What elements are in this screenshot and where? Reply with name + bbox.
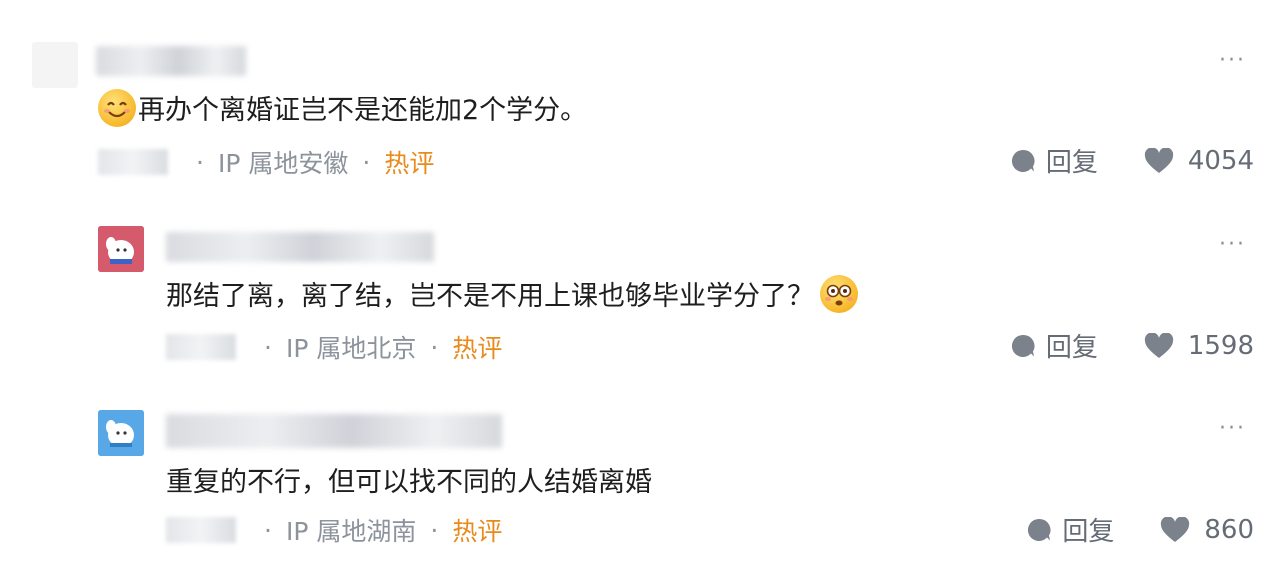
heart-icon [1161,516,1190,542]
separator-dot: · [264,515,272,545]
more-options-icon[interactable]: ··· [1219,416,1246,441]
like-button[interactable]: 860 [1160,515,1254,545]
hot-badge: 热评 [452,517,503,546]
comment-meta: · IP 属地湖南 · 热评 [166,512,502,548]
username-blurred[interactable] [166,414,502,448]
comment-text-content: 重复的不行，但可以找不同的人结婚离婚 [166,467,652,498]
like-count: 860 [1204,514,1254,545]
reply-label: 回复 [1062,517,1115,547]
reply-button[interactable]: 回复 [1026,511,1114,548]
ip-location: IP 属地湖南 [285,517,417,546]
reply-icon [1028,518,1051,541]
date-blurred [166,517,236,543]
dog-avatar-icon [98,410,144,456]
separator-dot: · [430,515,439,545]
comment-actions: 回复 860 [1026,511,1254,548]
comment-item: ··· 重复的不行，但可以找不同的人结婚离婚 · IP 属地湖南 · 热评 回复… [0,0,1280,578]
avatar[interactable] [98,410,144,456]
comment-text: 重复的不行，但可以找不同的人结婚离婚 [166,460,652,499]
